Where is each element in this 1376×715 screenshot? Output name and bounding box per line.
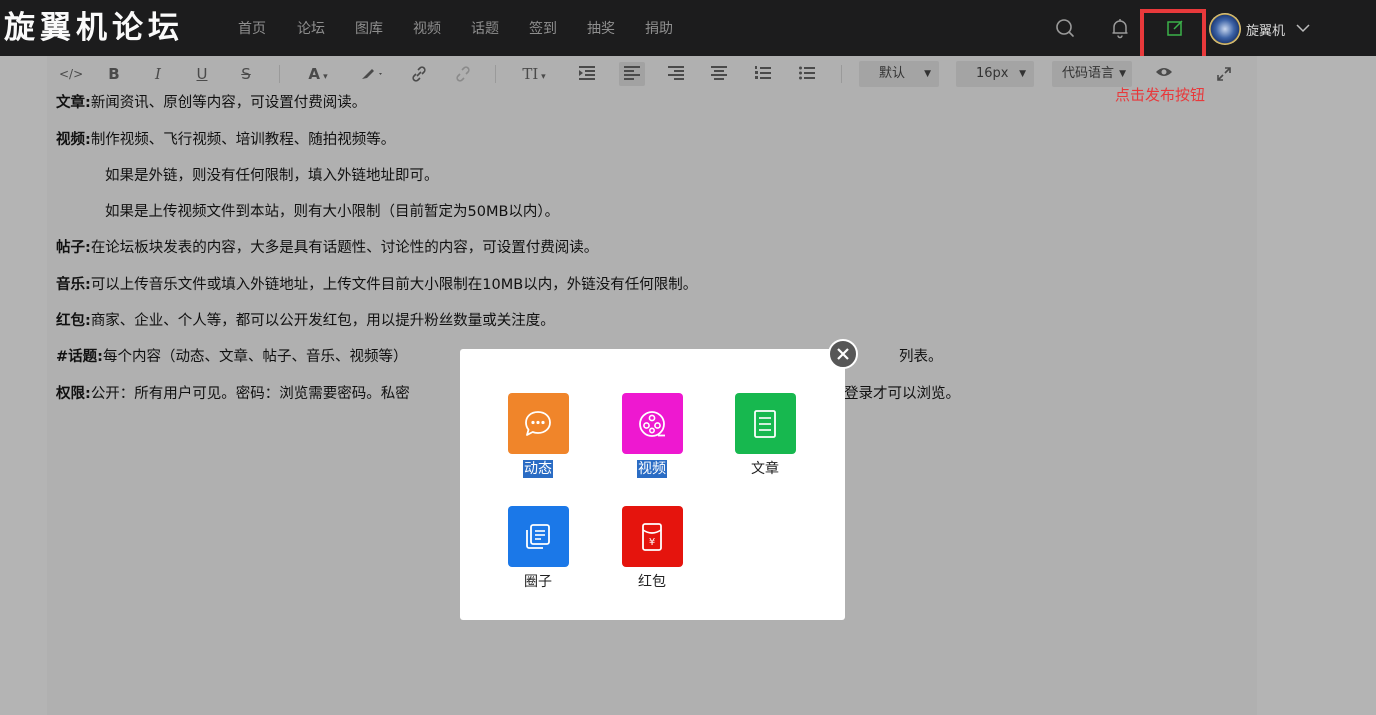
paragraph-video: 视频:制作视频、飞行视频、培训教程、随拍视频等。	[56, 130, 395, 150]
italic-button[interactable]: I	[147, 62, 169, 86]
underline-button[interactable]: U	[191, 62, 213, 86]
unordered-list-icon[interactable]	[795, 62, 819, 86]
bell-icon[interactable]	[1108, 16, 1132, 40]
indent-icon[interactable]	[575, 62, 599, 86]
svg-text:¥: ¥	[649, 537, 655, 548]
nav-item-donate[interactable]: 捐助	[645, 0, 673, 56]
nav-item-forum[interactable]: 论坛	[297, 0, 325, 56]
chevron-down-icon[interactable]	[1295, 20, 1311, 36]
font-color-label: A	[308, 65, 320, 83]
source-code-icon[interactable]: </>	[59, 62, 83, 86]
paragraph-post: 帖子:在论坛板块发表的内容，大多是具有话题性、讨论性的内容，可设置付费阅读。	[56, 238, 598, 258]
toolbar-divider	[279, 65, 280, 83]
film-reel-icon[interactable]	[621, 393, 683, 454]
unlink-icon[interactable]	[451, 62, 475, 86]
nav-item-gallery[interactable]: 图库	[355, 0, 383, 56]
close-icon[interactable]	[828, 339, 858, 369]
paragraph-redpacket: 红包:商家、企业、个人等，都可以公开发红包，用以提升粉丝数量或关注度。	[56, 311, 555, 331]
nav-item-video[interactable]: 视频	[413, 0, 441, 56]
publish-option-label: 视频	[637, 460, 667, 478]
article-label: 文章:	[56, 95, 91, 111]
publish-hint-annotation: 点击发布按钮	[1115, 86, 1206, 104]
document-icon[interactable]	[734, 393, 796, 454]
post-label: 帖子:	[56, 240, 91, 256]
video-text: 制作视频、飞行视频、培训教程、随拍视频等。	[90, 132, 396, 148]
code-language-value: 代码语言	[1062, 66, 1115, 81]
nav-item-topics[interactable]: 话题	[471, 0, 499, 56]
editor-toolbar: </> B I U S A ▾ TI ▾ 默认 ▼ 16px ▼ 代码语言 ▼	[47, 56, 1257, 92]
align-center-icon[interactable]	[707, 62, 731, 86]
bold-button[interactable]: B	[103, 62, 125, 86]
align-left-icon[interactable]	[619, 62, 645, 86]
music-label: 音乐:	[56, 277, 91, 293]
paragraph-music: 音乐:可以上传音乐文件或填入外链地址，上传文件目前大小限制在10MB以内，外链没…	[56, 275, 697, 295]
paragraph-permission-tail: 登录才可以浏览。	[844, 386, 960, 402]
heading-label: TI	[522, 65, 539, 83]
fullscreen-icon[interactable]	[1212, 62, 1236, 86]
perm-text: 公开：所有用户可见。密码：浏览需要密码。私密	[90, 386, 410, 402]
paragraph-topic-tail: 列表。	[899, 349, 943, 365]
main-nav: 首页 论坛 图库 视频 话题 签到 抽奖 捐助	[238, 0, 703, 56]
link-icon[interactable]	[407, 62, 431, 86]
nav-item-home[interactable]: 首页	[238, 0, 266, 56]
font-size-select[interactable]: 16px ▼	[956, 61, 1034, 87]
font-size-value: 16px	[976, 66, 1009, 81]
topic-text: 每个内容（动态、文章、帖子、音乐、视频等）	[102, 349, 408, 365]
paragraph-topic: #话题:每个内容（动态、文章、帖子、音乐、视频等）	[56, 347, 407, 367]
preview-eye-icon[interactable]	[1152, 62, 1176, 86]
nav-item-checkin[interactable]: 签到	[529, 0, 557, 56]
redpacket-text: 商家、企业、个人等，都可以公开发红包，用以提升粉丝数量或关注度。	[90, 313, 555, 329]
font-family-value: 默认	[879, 66, 906, 81]
publish-option-label: 文章	[751, 461, 779, 477]
stacked-docs-icon[interactable]	[507, 506, 569, 567]
avatar[interactable]	[1209, 13, 1241, 45]
publish-option-circle[interactable]: 圈子	[498, 506, 578, 591]
music-text: 可以上传音乐文件或填入外链地址，上传文件目前大小限制在10MB以内，外链没有任何…	[90, 277, 698, 293]
search-icon[interactable]	[1053, 16, 1077, 40]
ordered-list-icon[interactable]	[751, 62, 775, 86]
site-logo[interactable]: 旋翼机论坛	[4, 6, 184, 50]
red-envelope-icon[interactable]: ¥	[621, 506, 683, 567]
video-label: 视频:	[56, 132, 91, 148]
font-family-select[interactable]: 默认 ▼	[859, 61, 939, 87]
toolbar-divider	[495, 65, 496, 83]
redpacket-label: 红包:	[56, 313, 91, 329]
publish-option-redpacket[interactable]: ¥ 红包	[612, 506, 692, 591]
username[interactable]: 旋翼机	[1246, 20, 1285, 39]
publish-type-modal: 动态 视频 文章 圈子 ¥ 红包	[460, 349, 845, 620]
paragraph-article: 文章:新闻资讯、原创等内容，可设置付费阅读。	[56, 93, 366, 113]
align-right-icon[interactable]	[664, 62, 688, 86]
highlight-brush-icon[interactable]	[355, 62, 389, 86]
publish-option-article[interactable]: 文章	[725, 393, 805, 478]
toolbar-divider	[841, 65, 842, 83]
publish-option-video[interactable]: 视频	[612, 393, 692, 478]
publish-option-label: 红包	[638, 574, 666, 590]
heading-button[interactable]: TI ▾	[515, 62, 553, 86]
paragraph-video-note2: 如果是上传视频文件到本站，则有大小限制（目前暂定为50MB以内）。	[105, 204, 560, 220]
topic-label: #话题:	[56, 349, 103, 365]
chat-bubble-icon[interactable]	[507, 393, 569, 454]
publish-option-dynamic[interactable]: 动态	[498, 393, 578, 478]
paragraph-video-note1: 如果是外链，则没有任何限制，填入外链地址即可。	[105, 168, 439, 184]
perm-label: 权限:	[56, 386, 91, 402]
publish-option-label: 圈子	[524, 574, 552, 590]
publish-option-label: 动态	[523, 460, 553, 478]
paragraph-permission: 权限:公开：所有用户可见。密码：浏览需要密码。私密	[56, 384, 410, 404]
font-color-button[interactable]: A ▾	[301, 62, 335, 86]
article-text: 新闻资讯、原创等内容，可设置付费阅读。	[90, 95, 367, 111]
strikethrough-button[interactable]: S	[235, 62, 257, 86]
post-text: 在论坛板块发表的内容，大多是具有话题性、讨论性的内容，可设置付费阅读。	[90, 240, 599, 256]
nav-item-lottery[interactable]: 抽奖	[587, 0, 615, 56]
